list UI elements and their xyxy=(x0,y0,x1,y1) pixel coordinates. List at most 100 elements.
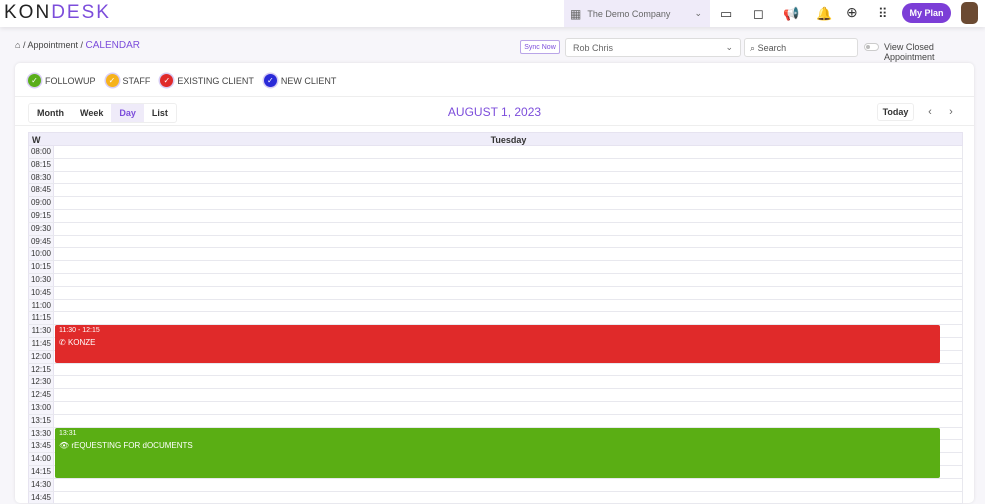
legend-existing-client[interactable]: ✓ EXISTING CLIENT xyxy=(160,74,254,87)
time-slot-row[interactable]: 13:15 xyxy=(28,414,963,428)
time-slot-row[interactable]: 12:15 xyxy=(28,363,963,377)
time-slot-row[interactable]: 14:45 xyxy=(28,491,963,504)
building-icon: ▦ xyxy=(570,6,582,21)
time-slot[interactable] xyxy=(54,286,963,299)
chevron-down-icon: ⌄ xyxy=(694,8,702,18)
legend-staff[interactable]: ✓ STAFF xyxy=(105,74,150,87)
legend: ✓ FOLLOWUP ✓ STAFF ✓ EXISTING CLIENT ✓ NEW C… xyxy=(28,74,336,87)
time-label: 13:00 xyxy=(28,401,54,414)
time-label: 12:30 xyxy=(28,376,54,389)
time-slot[interactable] xyxy=(54,158,963,171)
time-slot-row[interactable]: 10:30 xyxy=(28,273,963,287)
sync-now-button[interactable]: Sync Now xyxy=(520,40,560,54)
time-slot[interactable] xyxy=(54,248,963,261)
time-slot-row[interactable]: 10:15 xyxy=(28,261,963,274)
tab-list[interactable]: List xyxy=(144,104,176,122)
bell-icon[interactable]: 🔔 xyxy=(816,6,832,22)
top-bar: KONDESK ▦ The Demo Company ⌄ ▭ ◻ 📢 🔔 ⊕ ⠿ M… xyxy=(0,0,985,27)
search-icon: ⌕ xyxy=(750,43,756,53)
search-placeholder: Search xyxy=(757,43,787,53)
view-tabs: Month Week Day List xyxy=(28,103,177,123)
time-slot-row[interactable]: 09:15 xyxy=(28,209,963,223)
time-slot[interactable] xyxy=(54,273,963,286)
check-icon: ✓ xyxy=(105,74,119,87)
chevron-left-icon[interactable]: ‹ xyxy=(921,103,939,121)
time-slot-row[interactable]: 13:00 xyxy=(28,401,963,415)
search-input[interactable]: ⌕ Search xyxy=(744,38,858,57)
megaphone-icon[interactable]: 📢 xyxy=(783,6,799,22)
grid-header: W 31 Tuesday xyxy=(28,132,963,155)
time-slot[interactable] xyxy=(54,491,963,504)
company-selector[interactable]: ▦ The Demo Company ⌄ xyxy=(564,0,710,27)
time-slot[interactable] xyxy=(54,171,963,184)
time-label: 13:30 xyxy=(28,427,54,440)
time-slot-row[interactable]: 11:15 xyxy=(28,312,963,326)
time-slot-row[interactable]: 10:00 xyxy=(28,248,963,262)
time-slot[interactable] xyxy=(54,389,963,401)
calendar-card: ✓ FOLLOWUP ✓ STAFF ✓ EXISTING CLIENT ✓ NEW C… xyxy=(15,63,974,504)
check-icon: ✓ xyxy=(28,74,41,87)
time-slot[interactable] xyxy=(54,235,963,248)
time-label: 09:45 xyxy=(28,235,54,248)
breadcrumb: ⌂ / Appointment / CALENDAR xyxy=(15,40,140,51)
time-slot-row[interactable]: 12:30 xyxy=(28,376,963,390)
chevron-right-icon[interactable]: › xyxy=(942,103,960,121)
time-slot[interactable] xyxy=(54,312,963,325)
time-label: 09:00 xyxy=(28,197,54,209)
time-slot-row[interactable]: 09:00 xyxy=(28,197,963,210)
legend-followup[interactable]: ✓ FOLLOWUP xyxy=(28,74,96,87)
time-slot[interactable] xyxy=(54,146,963,158)
time-slot-row[interactable]: 08:30 xyxy=(28,171,963,185)
time-slot-row[interactable]: 09:45 xyxy=(28,235,963,249)
time-label: 11:00 xyxy=(28,299,54,312)
event-title: KONZE xyxy=(67,338,96,348)
time-slot-row[interactable]: 12:45 xyxy=(28,389,963,402)
time-label: 10:45 xyxy=(28,286,54,299)
home-icon[interactable]: ⌂ xyxy=(15,40,20,50)
time-slot[interactable] xyxy=(54,184,963,197)
time-slot[interactable] xyxy=(54,197,963,209)
logo[interactable]: KONDESK xyxy=(4,2,111,24)
my-plan-button[interactable]: My Plan xyxy=(902,3,951,23)
time-slot-row[interactable]: 11:00 xyxy=(28,299,963,313)
calendar-event[interactable]: 11:30 - 12:15 ✆ KONZE xyxy=(55,325,940,363)
time-slot[interactable] xyxy=(54,222,963,235)
time-slot-row[interactable]: 14:30 xyxy=(28,478,963,492)
note-icon[interactable]: ◻ xyxy=(753,6,764,22)
chat-icon[interactable]: ▭ xyxy=(720,6,732,22)
time-slot[interactable] xyxy=(54,376,963,389)
add-icon[interactable]: ⊕ xyxy=(846,4,858,21)
time-label: 12:00 xyxy=(28,350,54,363)
time-slot-row[interactable]: 08:00 xyxy=(28,146,963,159)
event-time: 11:30 - 12:15 xyxy=(59,327,100,335)
avatar[interactable] xyxy=(961,2,978,24)
legend-new-client[interactable]: ✓ NEW CLIENT xyxy=(263,74,337,87)
time-slot-row[interactable]: 08:15 xyxy=(28,158,963,172)
apps-grid-icon[interactable]: ⠿ xyxy=(878,6,888,22)
time-slot-row[interactable]: 10:45 xyxy=(28,286,963,300)
tab-month[interactable]: Month xyxy=(29,104,72,122)
time-slot[interactable] xyxy=(54,261,963,273)
time-slot[interactable] xyxy=(54,478,963,491)
time-slot[interactable] xyxy=(54,299,963,312)
time-label: 12:45 xyxy=(28,389,54,401)
time-label: 10:15 xyxy=(28,261,54,273)
time-slot[interactable] xyxy=(54,401,963,414)
today-button[interactable]: Today xyxy=(877,103,914,121)
tab-week[interactable]: Week xyxy=(72,104,111,122)
time-label: 09:15 xyxy=(28,209,54,222)
time-slot[interactable] xyxy=(54,209,963,222)
tab-day[interactable]: Day xyxy=(111,104,144,122)
breadcrumb-appointment[interactable]: Appointment xyxy=(27,40,78,50)
time-slot[interactable] xyxy=(54,414,963,427)
view-closed-toggle[interactable] xyxy=(864,43,879,51)
time-slot-row[interactable]: 08:45 xyxy=(28,184,963,198)
time-slot-row[interactable]: 09:30 xyxy=(28,222,963,236)
check-icon: ✓ xyxy=(160,74,174,87)
calendar-event[interactable]: 13:31 👁 rEQUESTING FOR dOCUMENTS xyxy=(55,427,940,478)
legend-label: NEW CLIENT xyxy=(280,75,337,86)
user-select[interactable]: Rob Chris ⌄ xyxy=(565,38,741,57)
time-slot[interactable] xyxy=(54,363,963,376)
time-label: 10:00 xyxy=(28,248,54,261)
time-label: 11:15 xyxy=(28,312,54,325)
